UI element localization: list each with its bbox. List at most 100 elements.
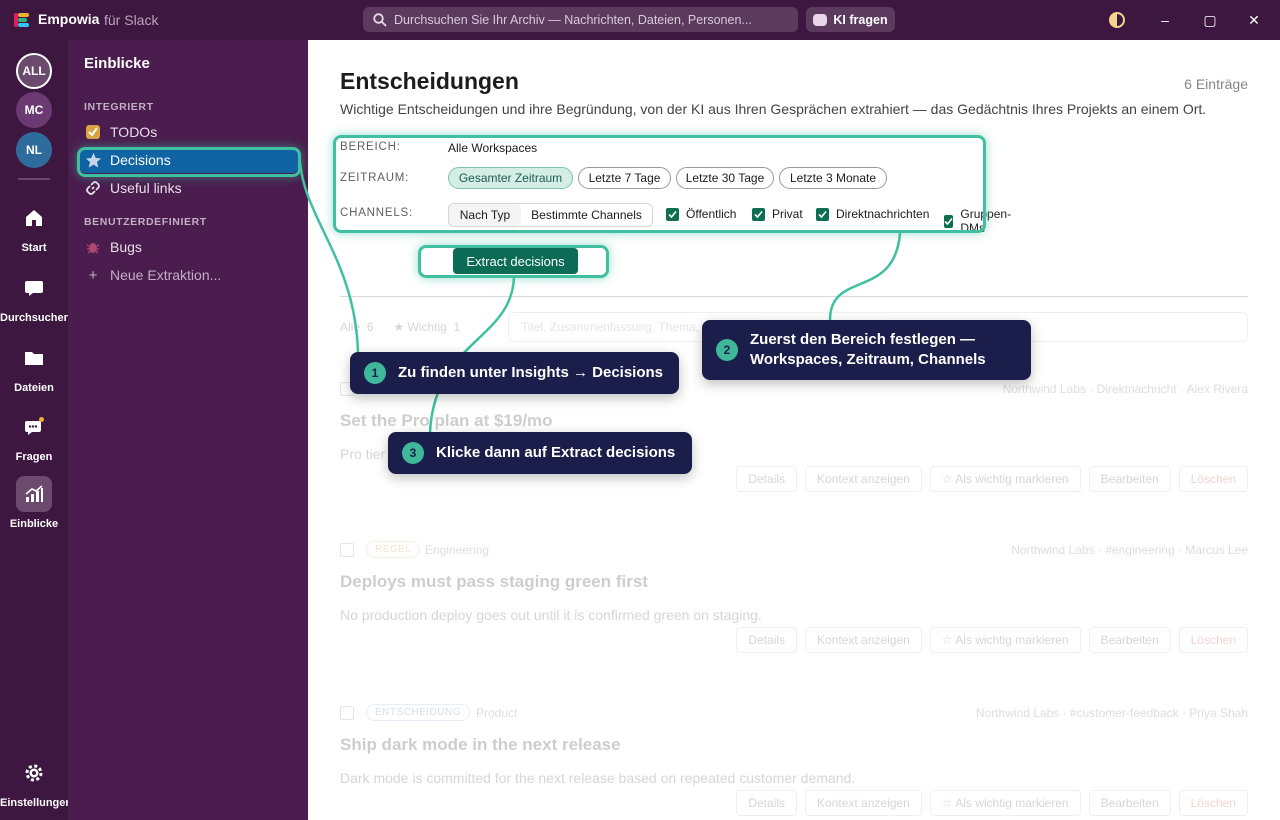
- minimize-button[interactable]: –: [1155, 10, 1175, 30]
- mark-important-button[interactable]: ☆ Als wichtig markieren: [929, 627, 1081, 653]
- theme-toggle-icon[interactable]: [1109, 12, 1125, 28]
- search-bar[interactable]: Durchsuchen Sie Ihr Archiv — Nachrichten…: [363, 7, 798, 32]
- tab-all-count: 6: [366, 320, 374, 334]
- rail-label-ask: Fragen: [15, 451, 53, 463]
- item-summary: No production deploy goes out until it i…: [340, 607, 762, 623]
- ki-ask-button[interactable]: KI fragen: [806, 7, 895, 32]
- item-title[interactable]: Set the Pro plan at $19/mo: [340, 411, 553, 431]
- plus-icon: +: [88, 266, 98, 284]
- folder-icon: [16, 340, 52, 376]
- sidebar-item-todos[interactable]: TODOs: [80, 119, 298, 145]
- list-filter-placeholder: Titel, Zusammenfassung, Thema, R: [521, 320, 712, 334]
- context-button[interactable]: Kontext anzeigen: [805, 466, 922, 492]
- highlight-extract-button: [418, 245, 609, 278]
- callout-text-line-1: Zuerst den Bereich festlegen —: [750, 331, 976, 348]
- rail-item-search[interactable]: Durchsuchen: [0, 270, 70, 324]
- robot-icon: [813, 13, 828, 26]
- item-title[interactable]: Ship dark mode in the next release: [340, 735, 621, 755]
- item-category: Engineering: [425, 543, 490, 557]
- callout-step-3: 3 Klicke dann auf Extract decisions: [388, 432, 692, 474]
- edit-button[interactable]: Bearbeiten: [1088, 790, 1171, 816]
- rail-label-insights: Einblicke: [9, 518, 59, 530]
- callout-text-line-2: Workspaces, Zeitraum, Channels: [750, 351, 986, 368]
- item-meta: Northwind Labs · #engineering · Marcus L…: [1011, 543, 1248, 557]
- type-badge: ENTSCHEIDUNG: [366, 704, 471, 721]
- sidebar-item-new-extraction[interactable]: + Neue Extraktion...: [80, 262, 298, 288]
- highlight-filters: [333, 135, 986, 233]
- item-meta: Northwind Labs · Direktnachricht · Alex …: [1002, 382, 1248, 396]
- gear-icon: [16, 755, 52, 791]
- callout-text: Zu finden unter Insights → Decisions: [398, 364, 664, 381]
- workspace-all[interactable]: ALL: [16, 53, 52, 89]
- entry-count: 6 Einträge: [1184, 76, 1248, 92]
- search-icon: [373, 12, 387, 27]
- step-number: 1: [364, 362, 386, 384]
- home-icon: [16, 200, 52, 236]
- app-subtitle: für Slack: [104, 12, 159, 28]
- app-name: Empowia: [38, 11, 100, 27]
- rail-item-insights[interactable]: Einblicke: [0, 476, 68, 530]
- app-logo-icon: [14, 13, 29, 27]
- delete-button[interactable]: Löschen: [1178, 627, 1248, 653]
- sidebar-item-label: Useful links: [110, 180, 182, 196]
- page-title: Entscheidungen: [340, 68, 519, 94]
- item-meta: Northwind Labs · #customer-feedback · Pr…: [975, 706, 1248, 720]
- maximize-button[interactable]: ▢: [1200, 10, 1220, 30]
- workspace-mc[interactable]: MC: [16, 92, 52, 128]
- callout-step-1: 1 Zu finden unter Insights → Decisions: [350, 352, 679, 394]
- title-bar: Empowia für Slack Durchsuchen Sie Ihr Ar…: [0, 0, 1280, 40]
- item-actions: Details Kontext anzeigen ☆ Als wichtig m…: [736, 790, 1248, 816]
- edit-button[interactable]: Bearbeiten: [1088, 627, 1171, 653]
- callout-text: Zuerst den Bereich festlegen — Workspace…: [750, 330, 986, 370]
- tab-important[interactable]: ★ Wichtig: [393, 320, 446, 334]
- rail-item-start[interactable]: Start: [0, 200, 68, 254]
- rail-divider: [18, 178, 50, 180]
- sidebar-title: Einblicke: [84, 55, 150, 72]
- delete-button[interactable]: Löschen: [1178, 466, 1248, 492]
- close-button[interactable]: ✕: [1244, 10, 1264, 30]
- item-category: Product: [476, 706, 518, 720]
- ask-ai-icon: [16, 409, 52, 445]
- section-divider: [340, 296, 1248, 297]
- bug-icon: [84, 238, 102, 256]
- callout-step-2: 2 Zuerst den Bereich festlegen — Workspa…: [702, 320, 1031, 380]
- tab-all[interactable]: Alle: [340, 320, 360, 334]
- details-button[interactable]: Details: [736, 466, 798, 492]
- sidebar-section-integrated: INTEGRIERT: [84, 101, 154, 113]
- sidebar-item-useful-links[interactable]: Useful links: [80, 175, 298, 201]
- search-placeholder: Durchsuchen Sie Ihr Archiv — Nachrichten…: [394, 12, 752, 27]
- item-summary: Pro tier: [340, 446, 386, 462]
- rail-item-ask[interactable]: Fragen: [0, 409, 68, 463]
- rail-label-files: Dateien: [14, 382, 54, 394]
- link-icon: [84, 179, 102, 197]
- item-actions: Details Kontext anzeigen ☆ Als wichtig m…: [736, 466, 1248, 492]
- context-button[interactable]: Kontext anzeigen: [805, 790, 922, 816]
- tab-important-count: 1: [453, 320, 461, 334]
- rail-item-settings[interactable]: Einstellungen: [0, 755, 72, 809]
- checkbox-icon: [84, 123, 102, 141]
- workspace-nl[interactable]: NL: [16, 132, 52, 168]
- type-badge: REGEL: [366, 541, 421, 558]
- details-button[interactable]: Details: [736, 790, 798, 816]
- workspace-rail: ALL MC NL Start Durchsuchen Dateien Frag…: [0, 40, 72, 820]
- sidebar-item-label: Neue Extraktion...: [110, 267, 222, 283]
- delete-button[interactable]: Löschen: [1178, 790, 1248, 816]
- details-button[interactable]: Details: [736, 627, 798, 653]
- highlight-decisions: [77, 147, 301, 177]
- sidebar-item-bugs[interactable]: Bugs: [80, 234, 298, 260]
- ki-ask-label: KI fragen: [833, 12, 888, 27]
- page-subtitle: Wichtige Entscheidungen und ihre Begründ…: [340, 101, 1207, 117]
- edit-button[interactable]: Bearbeiten: [1088, 466, 1171, 492]
- sidebar-section-custom: BENUTZERDEFINIERT: [84, 216, 207, 228]
- rail-item-files[interactable]: Dateien: [0, 340, 68, 394]
- rail-label-settings: Einstellungen: [0, 797, 73, 809]
- mark-important-button[interactable]: ☆ Als wichtig markieren: [929, 790, 1081, 816]
- select-checkbox[interactable]: [340, 543, 354, 557]
- item-summary: Dark mode is committed for the next rele…: [340, 770, 856, 786]
- rail-label-start: Start: [21, 242, 47, 254]
- chart-icon: [16, 476, 52, 512]
- context-button[interactable]: Kontext anzeigen: [805, 627, 922, 653]
- mark-important-button[interactable]: ☆ Als wichtig markieren: [929, 466, 1081, 492]
- select-checkbox[interactable]: [340, 706, 354, 720]
- item-title[interactable]: Deploys must pass staging green first: [340, 572, 648, 592]
